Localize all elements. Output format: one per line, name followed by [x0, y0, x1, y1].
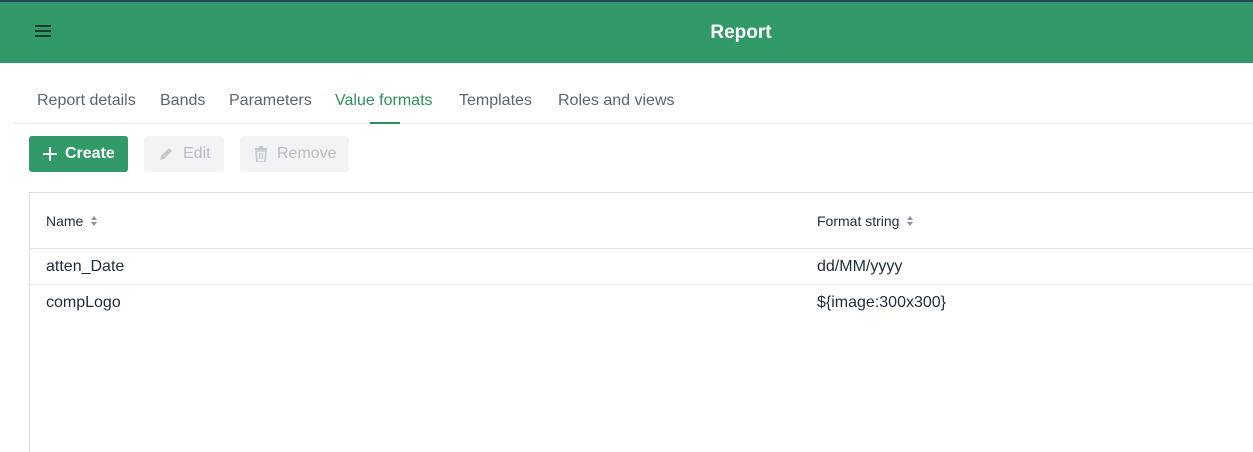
value-formats-table: Name Format string atten_Date dd/MM/yyyy…	[29, 192, 1253, 452]
column-header-label: Name	[46, 213, 84, 229]
tab-report-details[interactable]: Report details	[37, 63, 136, 124]
tab-value-formats[interactable]: Value formats	[335, 63, 433, 124]
column-header-label: Format string	[817, 213, 900, 229]
column-header-name[interactable]: Name	[46, 193, 98, 249]
trash-icon	[254, 146, 268, 162]
create-button[interactable]: Create	[29, 136, 128, 172]
cell-format-string: dd/MM/yyyy	[817, 258, 903, 275]
sort-icon	[906, 215, 914, 227]
report-tabs: Report details Bands Parameters Value fo…	[14, 63, 1253, 124]
active-tab-indicator	[370, 122, 400, 124]
app-header: Report	[0, 2, 1253, 63]
cell-name: atten_Date	[46, 258, 125, 275]
page-title: Report	[710, 22, 772, 43]
hamburger-menu-icon	[34, 22, 52, 45]
create-button-label: Create	[65, 145, 115, 162]
pencil-icon	[158, 146, 174, 162]
cell-format-string: ${image:300x300}	[817, 294, 946, 311]
tab-roles-and-views[interactable]: Roles and views	[558, 63, 675, 124]
tab-bands[interactable]: Bands	[160, 63, 205, 124]
table-row[interactable]: atten_Date dd/MM/yyyy	[30, 249, 1253, 285]
cell-name: compLogo	[46, 294, 121, 311]
remove-button-label: Remove	[277, 145, 337, 162]
edit-button-label: Edit	[183, 145, 211, 162]
tab-parameters[interactable]: Parameters	[229, 63, 312, 124]
edit-button[interactable]: Edit	[144, 136, 224, 172]
sort-icon	[90, 215, 98, 227]
table-row[interactable]: compLogo ${image:300x300}	[30, 285, 1253, 321]
table-header: Name Format string	[30, 193, 1253, 249]
remove-button[interactable]: Remove	[240, 136, 349, 172]
menu-button[interactable]	[24, 16, 62, 50]
column-header-format-string[interactable]: Format string	[817, 193, 914, 249]
tab-templates[interactable]: Templates	[459, 63, 532, 124]
plus-icon	[43, 147, 57, 161]
